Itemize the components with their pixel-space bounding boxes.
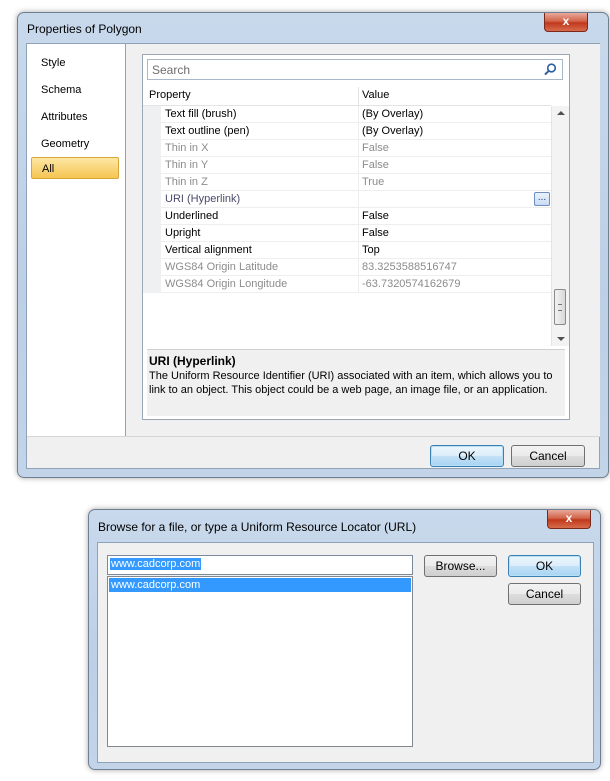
property-name: Upright xyxy=(165,227,201,239)
property-grid: Text fill (brush) (By Overlay) Text outl… xyxy=(143,106,551,293)
property-name: Thin in X xyxy=(165,142,209,154)
browse-url-dialog: Browse for a file, or type a Uniform Res… xyxy=(88,509,601,770)
property-value: False xyxy=(362,142,389,154)
table-row[interactable]: Thin in Z True xyxy=(143,174,551,191)
property-value[interactable]: (By Overlay) xyxy=(362,125,423,137)
property-value: True xyxy=(362,176,385,188)
table-row[interactable]: Thin in X False xyxy=(143,140,551,157)
property-value[interactable]: False xyxy=(362,227,389,239)
nav-item-style[interactable]: Style xyxy=(31,52,119,74)
description-text: The Uniform Resource Identifier (URI) as… xyxy=(149,370,553,396)
scroll-down-arrow-icon[interactable] xyxy=(557,337,565,341)
nav-item-all[interactable]: All xyxy=(31,157,119,179)
property-value[interactable]: Top xyxy=(362,244,380,256)
url-history-list[interactable]: www.cadcorp.com xyxy=(107,576,413,747)
ok-button[interactable]: OK xyxy=(430,445,504,467)
property-name: Text outline (pen) xyxy=(165,125,250,137)
scroll-up-arrow-icon[interactable] xyxy=(557,111,565,115)
browse-ellipsis-button[interactable]: ... xyxy=(534,192,550,206)
nav-item-schema[interactable]: Schema xyxy=(31,79,119,101)
close-button[interactable]: x xyxy=(547,510,591,529)
grid-header: Property Value xyxy=(143,87,551,106)
table-row[interactable]: Text fill (brush) (By Overlay) xyxy=(143,106,551,123)
description-pane: URI (Hyperlink) The Uniform Resource Ide… xyxy=(147,349,565,416)
browse-button[interactable]: Browse... xyxy=(424,555,497,577)
property-name: Thin in Z xyxy=(165,176,208,188)
property-value: 83.3253588516747 xyxy=(362,261,457,273)
properties-dialog: Properties of Polygon x Style Schema Att… xyxy=(17,12,609,478)
url-input-value: www.cadcorp.com xyxy=(110,558,202,570)
column-header-property[interactable]: Property xyxy=(149,89,191,101)
cancel-button[interactable]: Cancel xyxy=(511,445,585,467)
table-row[interactable]: Text outline (pen) (By Overlay) xyxy=(143,123,551,140)
table-row-selected[interactable]: URI (Hyperlink) ... xyxy=(143,191,551,208)
url-input[interactable]: www.cadcorp.com xyxy=(107,555,413,575)
table-row[interactable]: Underlined False xyxy=(143,208,551,225)
ok-button[interactable]: OK xyxy=(508,555,581,577)
search-icon[interactable] xyxy=(543,62,558,77)
dialog-title: Properties of Polygon xyxy=(27,22,142,36)
list-item[interactable]: www.cadcorp.com xyxy=(109,578,411,592)
nav-item-geometry[interactable]: Geometry xyxy=(31,133,119,155)
property-name: URI (Hyperlink) xyxy=(165,193,241,205)
dialog-client: Style Schema Attributes Geometry All Sea… xyxy=(26,43,600,469)
property-name: WGS84 Origin Latitude xyxy=(165,261,279,273)
property-value: -63.7320574162679 xyxy=(362,278,461,290)
property-name: Underlined xyxy=(165,210,219,222)
table-row[interactable]: Vertical alignment Top xyxy=(143,242,551,259)
search-input[interactable]: Search xyxy=(147,59,563,80)
table-row[interactable]: WGS84 Origin Longitude -63.7320574162679 xyxy=(143,276,551,293)
column-header-value[interactable]: Value xyxy=(362,89,389,101)
table-row[interactable]: Thin in Y False xyxy=(143,157,551,174)
nav-item-attributes[interactable]: Attributes xyxy=(31,106,119,128)
category-nav: Style Schema Attributes Geometry All xyxy=(27,44,126,436)
content-area: Search Property Value Text fill (brush) xyxy=(126,44,600,436)
property-value[interactable]: False xyxy=(362,210,389,222)
property-value: False xyxy=(362,159,389,171)
property-name: Thin in Y xyxy=(165,159,209,171)
dialog-title: Browse for a file, or type a Uniform Res… xyxy=(98,520,417,534)
description-title: URI (Hyperlink) xyxy=(149,354,236,368)
property-name: Text fill (brush) xyxy=(165,108,237,120)
scroll-thumb[interactable] xyxy=(554,289,566,325)
cancel-button[interactable]: Cancel xyxy=(508,583,581,605)
property-panel: Search Property Value Text fill (brush) xyxy=(142,54,570,420)
footer-divider xyxy=(27,436,600,437)
property-name: WGS84 Origin Longitude xyxy=(165,278,288,290)
search-placeholder: Search xyxy=(152,63,191,77)
table-row[interactable]: Upright False xyxy=(143,225,551,242)
vertical-scrollbar[interactable] xyxy=(551,106,569,346)
dialog-client: www.cadcorp.com www.cadcorp.com Browse..… xyxy=(97,542,594,763)
close-button[interactable]: x xyxy=(544,13,588,32)
property-name: Vertical alignment xyxy=(165,244,252,256)
table-row[interactable]: WGS84 Origin Latitude 83.3253588516747 xyxy=(143,259,551,276)
property-value[interactable]: (By Overlay) xyxy=(362,108,423,120)
